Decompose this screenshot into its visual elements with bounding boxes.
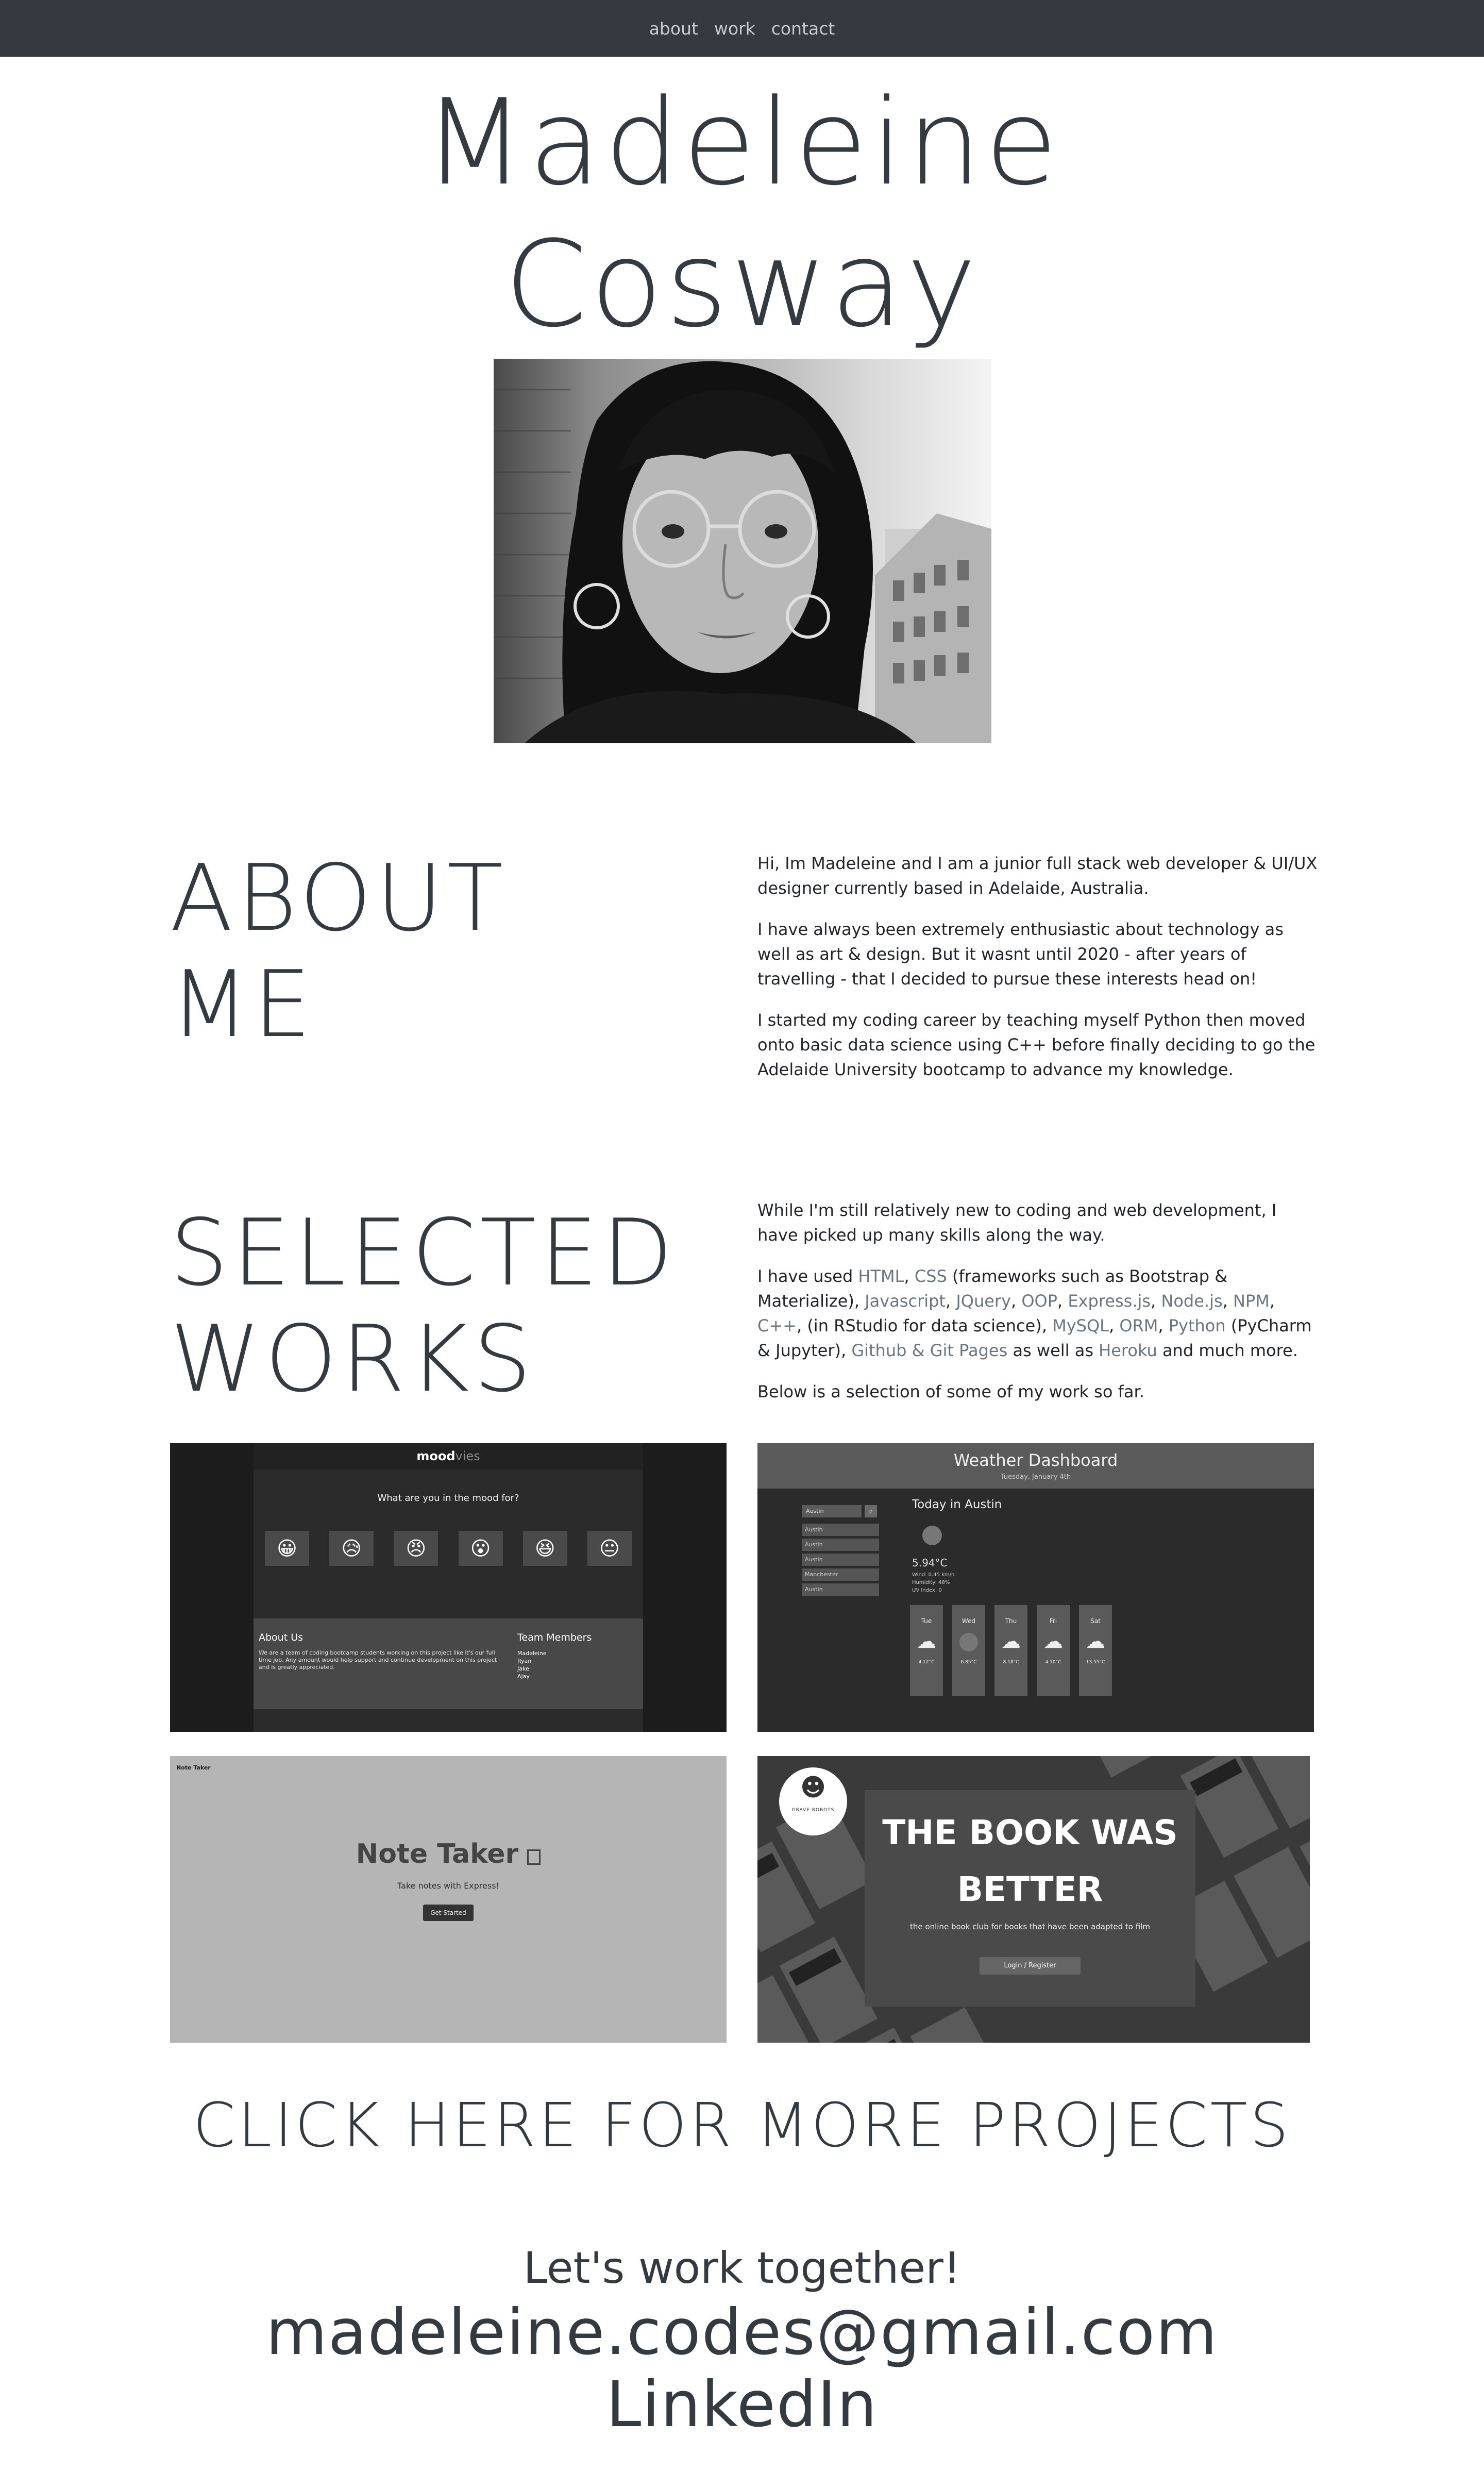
skill-link[interactable]: Node.js [1161,1291,1222,1311]
skill-link[interactable]: Javascript [865,1291,946,1311]
weather-today-icon [922,1526,942,1545]
skill-link[interactable]: Express.js [1068,1291,1151,1311]
works-intro: While I'm still relatively new to coding… [757,1200,1277,1245]
moodvies-team-title: Team Members [517,1632,592,1643]
login-register-button[interactable]: Login / Register [980,1957,1081,1975]
weather-wind: Wind: 0.45 km/h [912,1572,955,1578]
robot-icon: ☻ [800,1773,827,1802]
skill-link[interactable]: MySQL [1052,1316,1109,1335]
works-outro: Below is a selection of some of my work … [757,1382,1144,1401]
emoji-neutral-button[interactable]: 😐 [587,1531,632,1566]
weather-title: Weather Dashboard [953,1450,1118,1470]
skill-link[interactable]: ORM [1119,1316,1158,1335]
forecast-card: Sat ☁ 13.55°C [1079,1605,1112,1696]
emoji-laughing-button[interactable]: 😆 [522,1531,567,1566]
forecast-card: Wed 6.85°C [952,1605,985,1696]
team-member: Jake [517,1665,529,1672]
book-logo-badge: ☻ GRAVE ROBOTS [779,1767,847,1835]
search-history-list: Austin Austin Austin Manchester Austin [802,1524,879,1598]
moodvies-about-title: About Us [259,1632,303,1643]
emoji-surprised-button[interactable]: 😮 [458,1531,503,1566]
book-title-line1: THE BOOK WAS [882,1813,1178,1852]
cloud-icon: ☁ [1086,1630,1105,1652]
moodvies-emoji-row: 😀 😥 😠 😮 😆 😐 [265,1531,632,1566]
profile-photo [494,359,991,743]
weather-icon [959,1633,978,1651]
team-member: Ryan [517,1658,532,1664]
skill-link[interactable]: HTML [858,1266,904,1286]
forecast-card: Tue ☁ 4.12°C [910,1605,943,1696]
about-paragraph: I have always been extremely enthusiasti… [757,920,1284,989]
history-item[interactable]: Austin [802,1554,879,1566]
search-icon[interactable]: ⌕ [865,1505,877,1517]
emoji-sad-button[interactable]: 😥 [329,1531,374,1566]
moodvies-footer: About Us We are a team of coding bootcam… [254,1618,643,1709]
skill-link[interactable]: JQuery [956,1291,1011,1311]
about-paragraph: I started my coding career by teaching m… [757,1010,1316,1079]
forecast-card: Thu ☁ 8.18°C [994,1605,1027,1696]
project-note-taker[interactable]: Note Taker Note Taker Take notes with Ex… [170,1756,727,2043]
project-book-was-better[interactable]: ☻ GRAVE ROBOTS THE BOOK WAS BETTER the o… [757,1756,1310,2043]
book-hero-card: THE BOOK WAS BETTER the online book club… [865,1790,1195,2007]
notebook-icon [527,1849,541,1865]
nav-about-link[interactable]: about [649,19,698,39]
skill-link[interactable]: Heroku [1099,1341,1157,1360]
weather-today-title: Today in Austin [912,1498,1002,1511]
emoji-angry-button[interactable]: 😠 [394,1531,439,1566]
notetaker-title: Note Taker [356,1839,519,1869]
weather-temp: 5.94°C [912,1557,948,1569]
project-weather-dashboard[interactable]: Weather Dashboard Tuesday, January 4th A… [757,1443,1314,1732]
weather-date: Tuesday, January 4th [1000,1473,1071,1481]
forecast-card: Fri ☁ 4.10°C [1037,1605,1070,1696]
about-text: Hi, Im Madeleine and I am a junior full … [757,851,1319,1098]
skill-link[interactable]: C++ [757,1316,797,1335]
about-heading: ABOUT ME [170,845,508,1058]
linkedin-link[interactable]: LinkedIn [0,2366,1484,2443]
skill-link[interactable]: Github & Git Pages [851,1341,1007,1360]
project-moodvies[interactable]: moodvies What are you in the mood for? 😀… [170,1443,727,1732]
history-item[interactable]: Austin [802,1524,879,1536]
page-title: Madeleine Cosway [423,74,1061,354]
top-nav: about work contact [0,0,1484,57]
profile-photo-illustration [494,359,991,743]
weather-header: Weather Dashboard Tuesday, January 4th [757,1443,1314,1489]
contact-heading: Let's work together! [523,2243,961,2293]
more-projects-link[interactable]: CLICK HERE FOR MORE PROJECTS [0,2089,1484,2161]
forecast-row: Tue ☁ 4.12°C Wed 6.85°C Thu ☁ 8.18°C Fri… [910,1605,1112,1696]
emoji-happy-button[interactable]: 😀 [265,1531,309,1566]
team-member: Madeleine [517,1650,547,1657]
skill-link[interactable]: CSS [915,1266,947,1286]
skill-link[interactable]: OOP [1021,1291,1057,1311]
book-title-line2: BETTER [957,1869,1103,1909]
nav-work-link[interactable]: work [714,19,755,39]
works-text: While I'm still relatively new to coding… [757,1198,1319,1421]
history-item[interactable]: Austin [802,1539,879,1551]
notetaker-subtitle: Take notes with Express! [397,1881,499,1891]
city-search-input[interactable]: Austin [802,1505,862,1517]
skills-paragraph: I have used HTML, CSS (frameworks such a… [757,1266,1312,1360]
about-paragraph: Hi, Im Madeleine and I am a junior full … [757,854,1318,898]
cloud-icon: ☁ [917,1630,936,1652]
skill-link[interactable]: NPM [1233,1291,1270,1311]
notetaker-corner-title: Note Taker [176,1764,211,1771]
book-subtitle: the online book club for books that have… [910,1922,1150,1931]
moodvies-frame: moodvies What are you in the mood for? 😀… [254,1443,643,1732]
moodvies-question: What are you in the mood for? [377,1493,519,1504]
team-member: Ajay [517,1673,530,1680]
cloud-icon: ☁ [1001,1630,1021,1652]
works-heading: SELECTED WORKS [170,1199,677,1412]
weather-uv: UV Index: 0 [912,1588,942,1593]
history-item[interactable]: Manchester [802,1568,879,1581]
nav-contact-link[interactable]: contact [771,19,835,39]
moodvies-logo: moodvies [254,1443,643,1469]
skill-link[interactable]: Python [1169,1316,1226,1335]
weather-humidity: Humidity: 48% [912,1580,950,1585]
cloud-icon: ☁ [1043,1630,1063,1652]
history-item[interactable]: Austin [802,1583,879,1596]
email-link[interactable]: madeleine.codes@gmail.com [0,2294,1484,2371]
moodvies-about-text: We are a team of coding bootcamp student… [259,1649,497,1671]
get-started-button[interactable]: Get Started [423,1905,474,1921]
